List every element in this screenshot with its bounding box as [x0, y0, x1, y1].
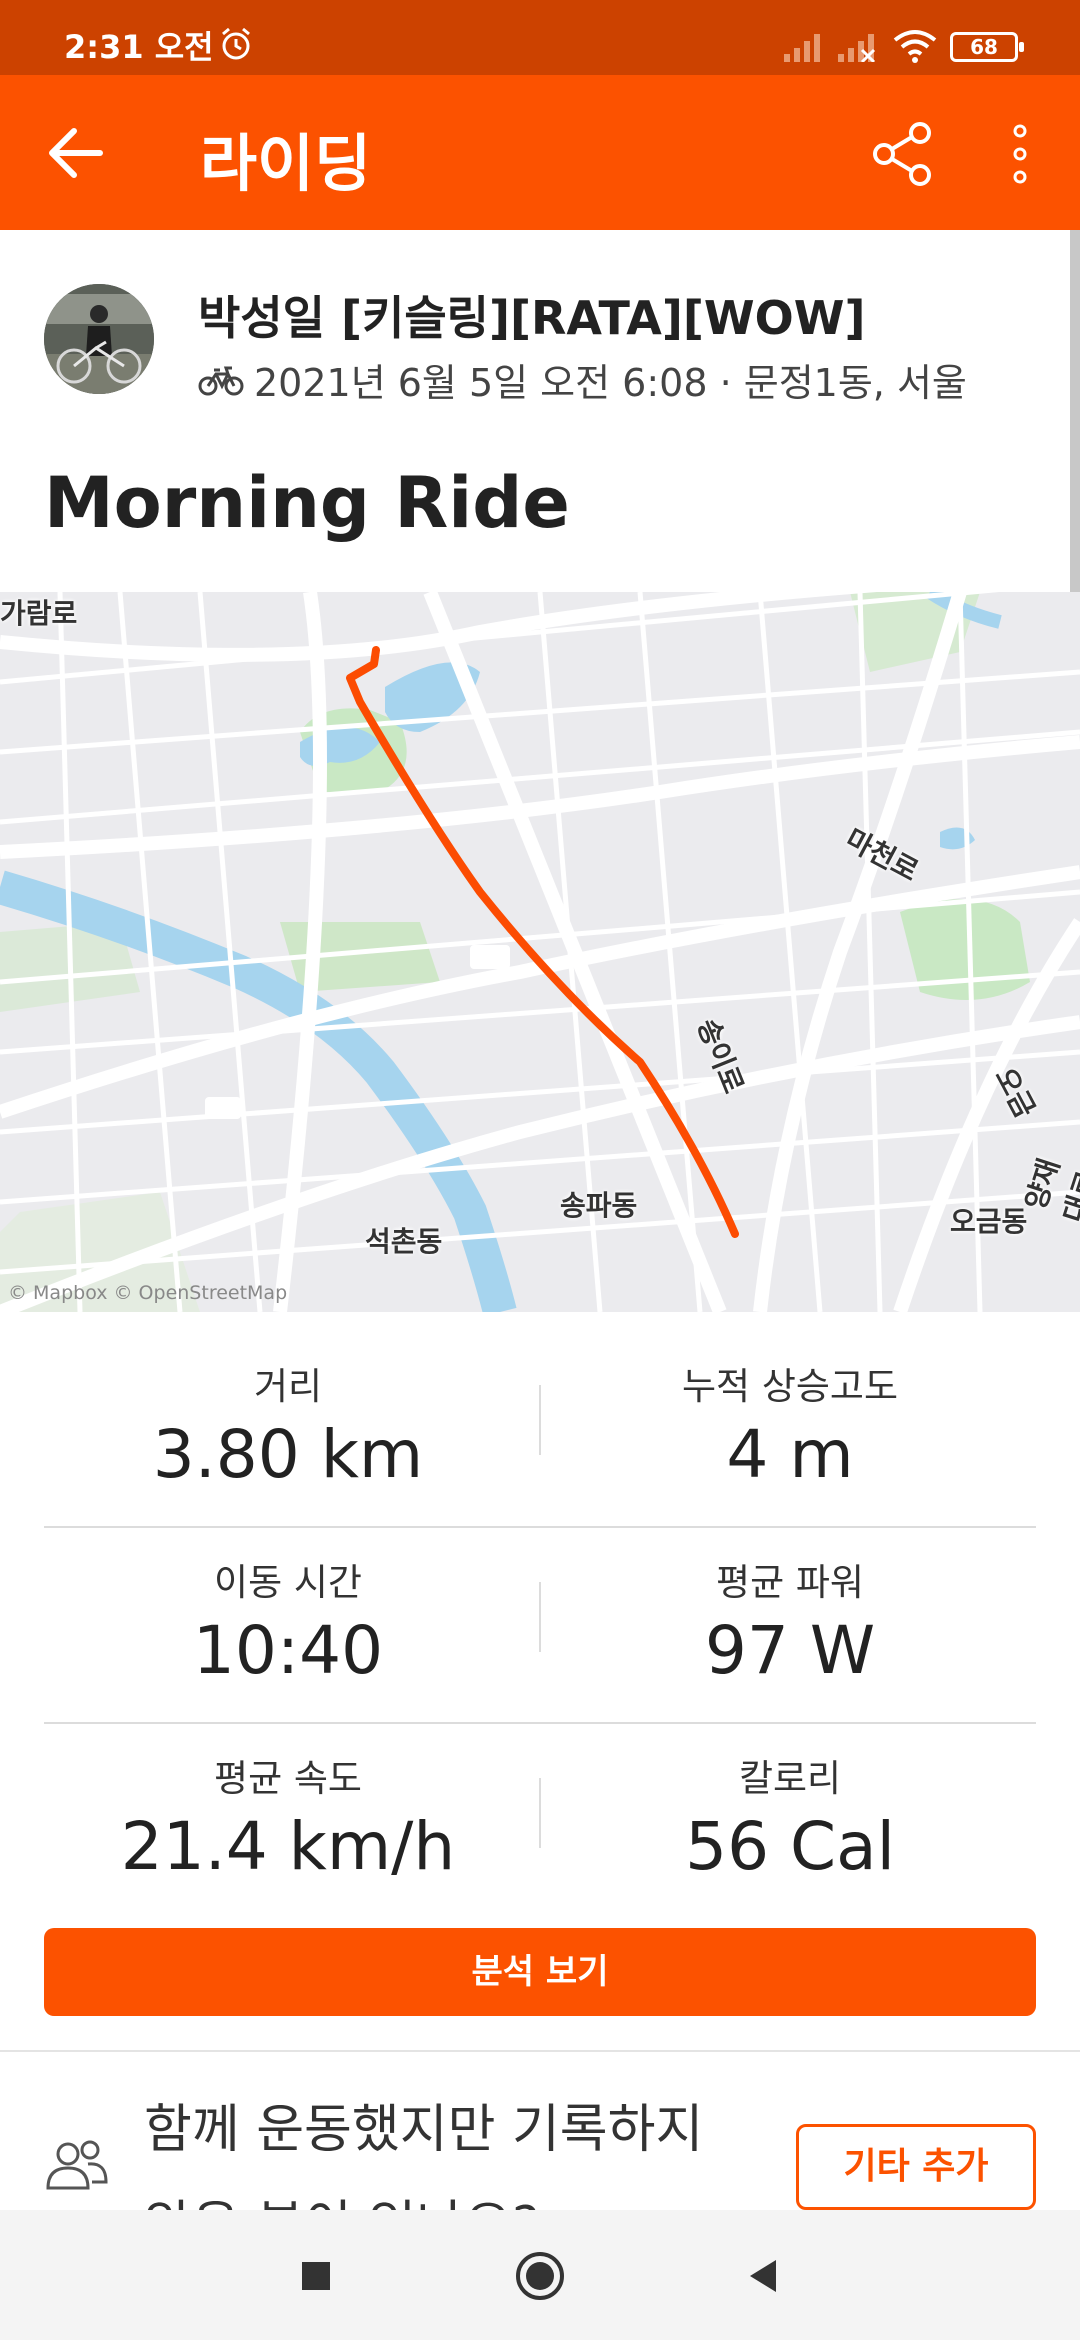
- more-vert-icon[interactable]: [1005, 121, 1035, 187]
- app-bar: 라이딩: [0, 75, 1080, 230]
- add-others-button[interactable]: 기타 추가: [796, 2124, 1036, 2210]
- alarm-icon: [222, 27, 250, 60]
- back-nav-icon[interactable]: [736, 2248, 792, 2304]
- stat-value: 56 Cal: [685, 1808, 895, 1885]
- stat-value: 97 W: [704, 1612, 876, 1689]
- stat-label: 거리: [253, 1365, 323, 1408]
- battery-icon: 68: [950, 32, 1024, 62]
- stat-calories: 칼로리 56 Cal: [540, 1748, 1040, 1885]
- stat-label: 평균 속도: [214, 1757, 362, 1800]
- divider: [44, 1526, 1036, 1528]
- page-title: 라이딩: [200, 127, 372, 200]
- divider: [44, 1722, 1036, 1724]
- map-label: 가람로: [0, 597, 78, 630]
- add-companions-prompt: 함께 운동했지만 기록하지 않은 분이 있나요?: [144, 2100, 704, 2210]
- stat-avg-speed: 평균 속도 21.4 km/h: [38, 1748, 538, 1885]
- map-label: 석촌동: [365, 1225, 443, 1258]
- bike-icon: [198, 366, 244, 395]
- stat-value: 3.80 km: [152, 1416, 424, 1493]
- stat-label: 평균 파워: [716, 1561, 864, 1604]
- signal-icon: [784, 34, 820, 62]
- activity-title: Morning Ride: [44, 462, 570, 544]
- map-label: 오금동: [950, 1205, 1028, 1238]
- road-shield: [205, 1097, 241, 1119]
- map-attribution[interactable]: © Mapbox © OpenStreetMap: [8, 1282, 287, 1304]
- home-icon[interactable]: [512, 2248, 568, 2304]
- map-label: 송파동: [560, 1189, 638, 1222]
- stat-elevation: 누적 상승고도 4 m: [540, 1356, 1040, 1493]
- section-divider: [0, 2050, 1080, 2052]
- scrollbar[interactable]: [1070, 230, 1080, 595]
- stat-label: 칼로리: [738, 1757, 842, 1800]
- stat-value: 10:40: [192, 1612, 384, 1689]
- stat-value: 21.4 km/h: [120, 1808, 456, 1885]
- stat-distance: 거리 3.80 km: [38, 1356, 538, 1493]
- stat-value: 4 m: [726, 1416, 854, 1493]
- signal-icon: [838, 34, 876, 62]
- avatar[interactable]: [44, 284, 154, 394]
- stat-label: 이동 시간: [214, 1561, 362, 1604]
- status-bar: 2:31 오전 68: [0, 0, 1080, 75]
- stat-label: 누적 상승고도: [681, 1365, 898, 1408]
- recent-apps-icon[interactable]: [288, 2248, 344, 2304]
- share-icon[interactable]: [870, 121, 936, 187]
- activity-date-location: 2021년 6월 5일 오전 6:08 · 문정1동, 서울: [254, 361, 967, 405]
- stat-avg-power: 평균 파워 97 W: [540, 1552, 1040, 1689]
- stat-moving-time: 이동 시간 10:40: [38, 1552, 538, 1689]
- back-arrow-icon[interactable]: [46, 127, 106, 179]
- people-icon: [46, 2140, 108, 2190]
- wifi-icon: [893, 30, 937, 63]
- status-time: 2:31 오전: [64, 28, 214, 66]
- athlete-name[interactable]: 박성일 [키슬링][RATA][WOW]: [198, 282, 866, 348]
- road-shield: [470, 945, 510, 969]
- map-canvas: [0, 592, 1080, 1312]
- system-nav-bar: [0, 2210, 1080, 2340]
- route-map[interactable]: 가람로 송파동 석촌동 마천로 오금동 송이로 오금 양재대로 92 23 © …: [0, 592, 1080, 1312]
- view-analysis-button[interactable]: 분석 보기: [44, 1928, 1036, 2016]
- activity-meta: 2021년 6월 5일 오전 6:08 · 문정1동, 서울: [198, 352, 967, 407]
